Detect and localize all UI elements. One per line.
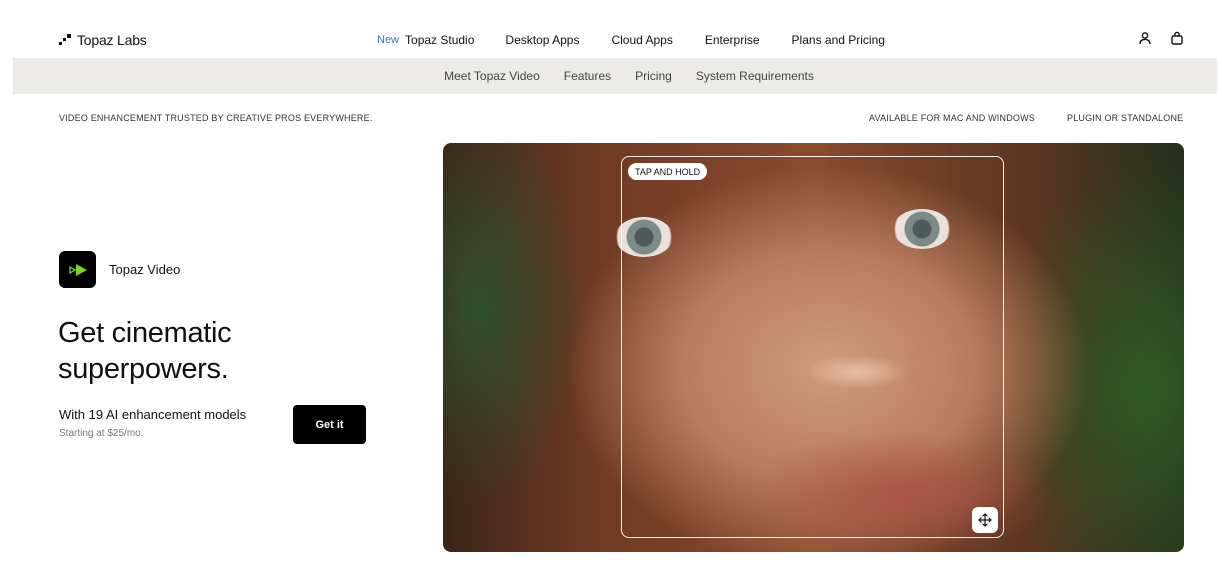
- get-it-button[interactable]: Get it: [293, 405, 366, 444]
- move-icon[interactable]: [972, 507, 998, 533]
- new-badge: New: [377, 34, 400, 46]
- subnav-item-pricing[interactable]: Pricing: [635, 69, 672, 83]
- subnav-item-system-requirements[interactable]: System Requirements: [696, 69, 814, 83]
- nav-item-cloud-apps[interactable]: Cloud Apps: [611, 33, 672, 47]
- topaz-logo-icon: [59, 34, 71, 46]
- brand-logo[interactable]: Topaz Labs: [59, 32, 147, 48]
- tagline-trusted: VIDEO ENHANCEMENT TRUSTED BY CREATIVE PR…: [59, 113, 373, 123]
- main-nav: New Topaz Studio Desktop Apps Cloud Apps…: [377, 33, 917, 47]
- nav-item-topaz-studio[interactable]: Topaz Studio: [405, 33, 474, 47]
- nav-item-plans-pricing[interactable]: Plans and Pricing: [792, 33, 885, 47]
- hero-price-note: Starting at $25/mo.: [59, 428, 144, 439]
- nav-item-desktop-apps[interactable]: Desktop Apps: [505, 33, 579, 47]
- product-identity: Topaz Video: [59, 251, 180, 288]
- header-actions: [1138, 31, 1184, 50]
- product-name: Topaz Video: [109, 262, 181, 277]
- bag-icon[interactable]: [1170, 31, 1184, 50]
- hero-subtitle: With 19 AI enhancement models: [59, 407, 247, 422]
- product-subnav: Meet Topaz Video Features Pricing System…: [13, 58, 1217, 94]
- brand-name: Topaz Labs: [77, 32, 147, 48]
- tap-and-hold-label: TAP AND HOLD: [628, 163, 708, 180]
- tagline-plugin: PLUGIN OR STANDALONE: [1067, 113, 1184, 123]
- topaz-video-app-icon: [59, 251, 96, 288]
- nav-item-enterprise[interactable]: Enterprise: [705, 33, 760, 47]
- enhancement-preview-frame[interactable]: [621, 156, 1004, 538]
- subnav-item-meet[interactable]: Meet Topaz Video: [444, 69, 540, 83]
- hero-headline: Get cinematic superpowers.: [58, 317, 232, 385]
- tagline-platforms: AVAILABLE FOR MAC AND WINDOWS: [869, 113, 1035, 123]
- subnav-item-features[interactable]: Features: [564, 69, 611, 83]
- user-icon[interactable]: [1138, 31, 1152, 50]
